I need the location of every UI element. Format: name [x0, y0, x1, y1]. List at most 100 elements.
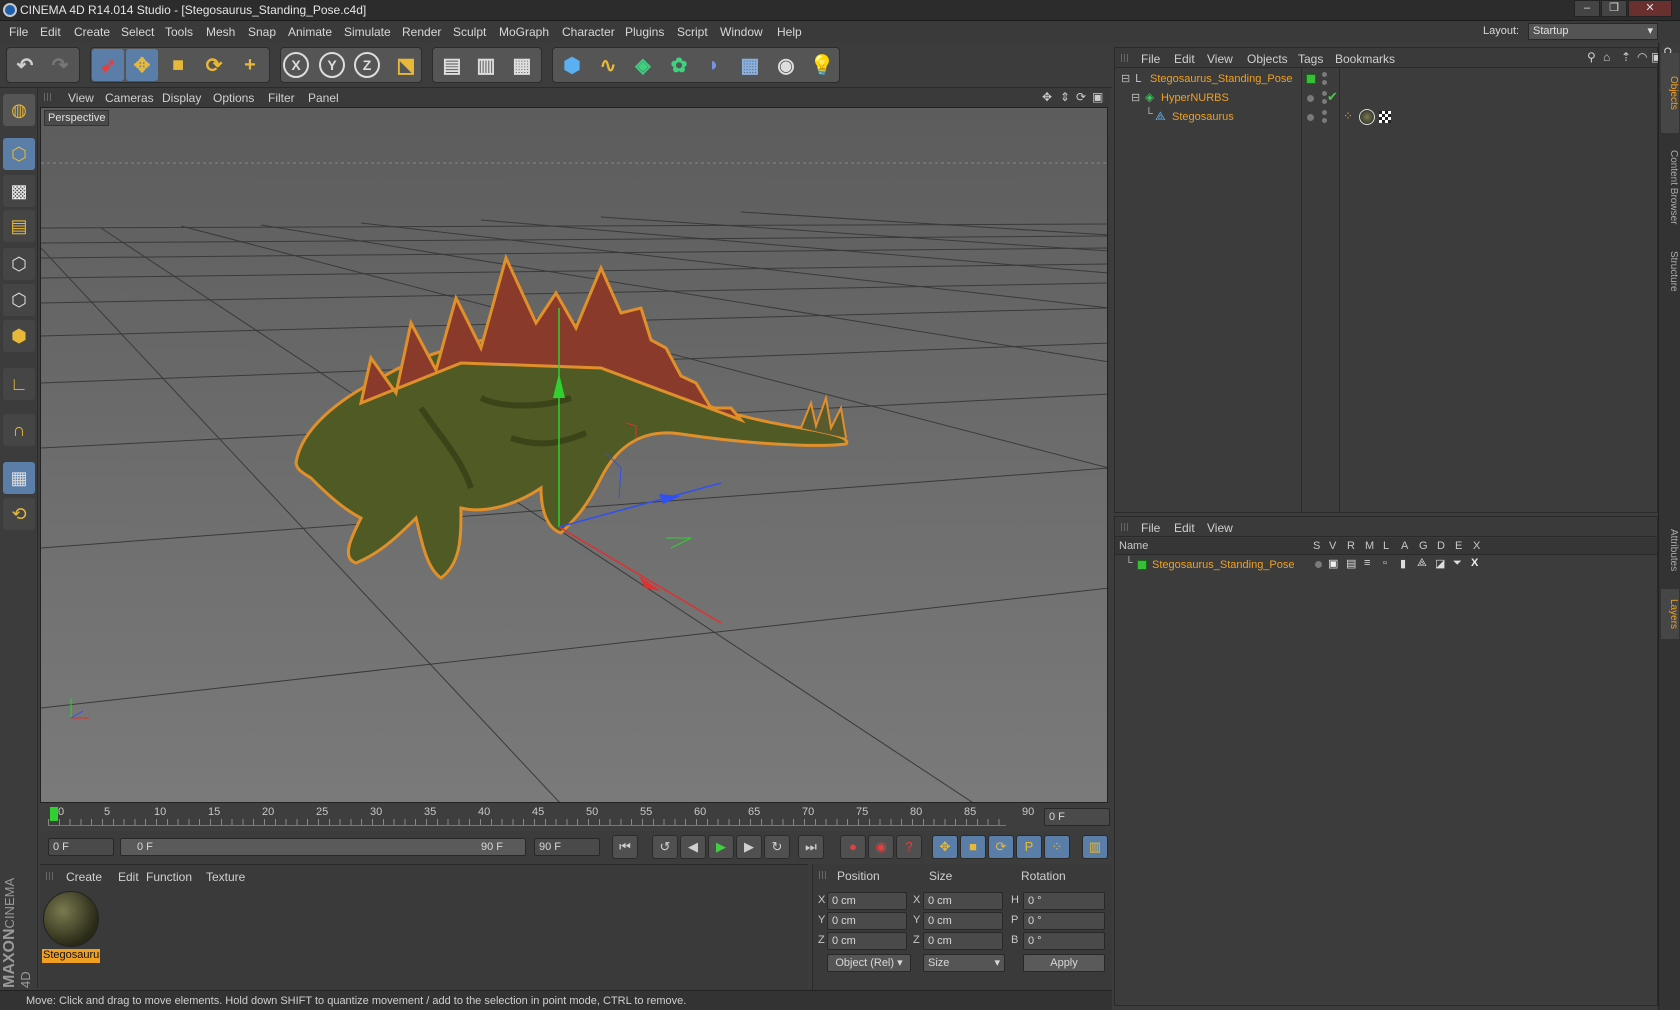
panel-grip[interactable] [1121, 54, 1129, 62]
tab-layers[interactable]: Layers [1661, 589, 1679, 639]
floor-icon[interactable]: ▦ [734, 49, 766, 81]
scale-icon[interactable]: ■ [162, 49, 194, 81]
rot-p-field[interactable]: 0 ° [1023, 912, 1105, 930]
deformer-icon[interactable]: ◗ [698, 49, 730, 81]
object-name-hypernurbs[interactable]: HyperNURBS [1161, 92, 1229, 104]
texture-tag-icon[interactable] [1359, 109, 1375, 125]
menu-create[interactable]: Create [74, 25, 110, 39]
expressions-toggle-icon[interactable]: ⏷ [1453, 557, 1462, 570]
edges-mode-icon[interactable]: ⬡ [3, 284, 35, 316]
layer-menu-edit[interactable]: Edit [1174, 521, 1195, 535]
viewport-zoom-icon[interactable]: ⇕ [1060, 90, 1070, 104]
menu-snap[interactable]: Snap [248, 25, 276, 39]
pos-x-field[interactable]: 0 cm [827, 892, 907, 910]
generators-toggle-icon[interactable]: ⟁ [1417, 557, 1427, 570]
search-icon[interactable]: ⚲ [1587, 50, 1596, 64]
workplane-mode-icon[interactable]: ▤ [3, 210, 35, 242]
select-icon[interactable]: ➶ [92, 49, 124, 81]
current-frame-field[interactable]: 0 F [1044, 808, 1110, 826]
menu-render[interactable]: Render [402, 25, 441, 39]
size-x-field[interactable]: 0 cm [923, 892, 1003, 910]
apply-button[interactable]: Apply [1023, 954, 1105, 972]
material-menu-function[interactable]: Function [146, 870, 192, 884]
locked-workplane-icon[interactable]: ⟲ [3, 498, 35, 530]
nurbs-icon[interactable]: ◈ [627, 49, 659, 81]
material-name-label[interactable]: Stegosaurus [42, 949, 100, 963]
timeline-ruler[interactable]: 0 5 10 15 20 25 30 35 40 45 50 55 60 65 … [40, 803, 1110, 831]
play-icon[interactable]: ▶ [708, 835, 734, 859]
go-to-end-icon[interactable]: ⏭ [798, 835, 824, 859]
z-axis-icon[interactable]: Z [354, 52, 380, 78]
menu-tools[interactable]: Tools [165, 25, 193, 39]
solo-toggle-icon[interactable] [1315, 561, 1322, 568]
pos-z-field[interactable]: 0 cm [827, 932, 907, 950]
record-keys-icon[interactable]: ● [840, 835, 866, 859]
home-icon[interactable]: ⌂ [1603, 50, 1610, 64]
array-icon[interactable]: ✿ [663, 49, 695, 81]
render-picture-icon[interactable]: ▥ [470, 49, 502, 81]
xref-toggle-icon[interactable]: X [1471, 557, 1478, 569]
viewport-rotate-icon[interactable]: ⟳ [1076, 90, 1086, 104]
object-menu-objects[interactable]: Objects [1247, 52, 1288, 66]
end-frame-field[interactable]: 90 F [534, 838, 600, 856]
collapse-icon[interactable]: ⊟ [1121, 72, 1130, 85]
axis-mode-icon[interactable]: ∟ [3, 368, 35, 400]
layer-menu-file[interactable]: File [1141, 521, 1160, 535]
last-tool-icon[interactable]: + [234, 49, 266, 81]
object-menu-edit[interactable]: Edit [1174, 52, 1195, 66]
layer-color-swatch[interactable] [1306, 74, 1316, 84]
rotate-icon[interactable]: ⟳ [198, 49, 230, 81]
manager-toggle-icon[interactable]: ≡ [1364, 557, 1370, 569]
panel-grip[interactable] [46, 872, 54, 880]
move-icon[interactable]: ✥ [126, 49, 158, 81]
enabled-checkmark-icon[interactable]: ✔ [1327, 89, 1338, 105]
material-menu-create[interactable]: Create [66, 870, 102, 884]
previous-frame-icon[interactable]: ◀ [680, 835, 706, 859]
layer-name[interactable]: Stegosaurus_Standing_Pose [1152, 559, 1295, 571]
size-z-field[interactable]: 0 cm [923, 932, 1003, 950]
tab-structure[interactable]: Structure [1661, 241, 1679, 301]
undo-icon[interactable]: ↶ [9, 49, 41, 81]
autokey-icon[interactable]: ◉ [868, 835, 894, 859]
make-editable-icon[interactable]: ◍ [3, 94, 35, 126]
pos-y-field[interactable]: 0 cm [827, 912, 907, 930]
start-frame-field[interactable]: 0 F [48, 838, 114, 856]
render-visibility-dot[interactable] [1322, 118, 1327, 123]
playhead-marker[interactable] [50, 807, 58, 821]
viewport-menu-panel[interactable]: Panel [308, 91, 339, 105]
tab-content-browser[interactable]: Content Browser [1661, 139, 1679, 235]
range-slider[interactable]: 0 F 90 F [120, 838, 526, 856]
rot-h-field[interactable]: 0 ° [1023, 892, 1105, 910]
viewport-maximize-icon[interactable]: ▣ [1092, 90, 1103, 104]
viewport-menu-display[interactable]: Display [162, 91, 201, 105]
key-position-icon[interactable]: ✥ [932, 835, 958, 859]
previous-key-icon[interactable]: ↺ [652, 835, 678, 859]
x-axis-icon[interactable]: X [283, 52, 309, 78]
size-y-field[interactable]: 0 cm [923, 912, 1003, 930]
menu-simulate[interactable]: Simulate [344, 25, 391, 39]
panel-grip[interactable] [819, 871, 827, 879]
lock-toggle-icon[interactable]: ▫ [1383, 557, 1387, 569]
view-toggle-icon[interactable]: ▣ [1328, 557, 1338, 570]
material-menu-edit[interactable]: Edit [118, 870, 139, 884]
editor-visibility-dot[interactable] [1322, 110, 1327, 115]
rot-b-field[interactable]: 0 ° [1023, 932, 1105, 950]
key-rotation-icon[interactable]: ⟳ [988, 835, 1014, 859]
menu-window[interactable]: Window [720, 25, 763, 39]
viewport-menu-view[interactable]: View [68, 91, 94, 105]
up-icon[interactable]: ⇡ [1621, 50, 1631, 64]
layout-dropdown[interactable]: Startup ▾ [1528, 23, 1658, 40]
editor-visibility-dot[interactable] [1307, 114, 1314, 121]
key-pla-icon[interactable]: ⁘ [1044, 835, 1070, 859]
object-name-root[interactable]: Stegosaurus_Standing_Pose [1150, 73, 1293, 85]
object-menu-bookmarks[interactable]: Bookmarks [1335, 52, 1395, 66]
eye-icon[interactable]: ◠ [1637, 50, 1647, 64]
spline-icon[interactable]: ∿ [592, 49, 624, 81]
close-button[interactable]: ✕ [1628, 0, 1672, 17]
coordinate-system-icon[interactable]: ⬔ [390, 49, 422, 81]
texture-mode-icon[interactable]: ▩ [3, 175, 35, 207]
key-parameter-icon[interactable]: P [1016, 835, 1042, 859]
viewport-move-icon[interactable]: ✥ [1042, 90, 1052, 104]
menu-mesh[interactable]: Mesh [206, 25, 235, 39]
collapse-icon[interactable]: ⊟ [1131, 91, 1140, 104]
